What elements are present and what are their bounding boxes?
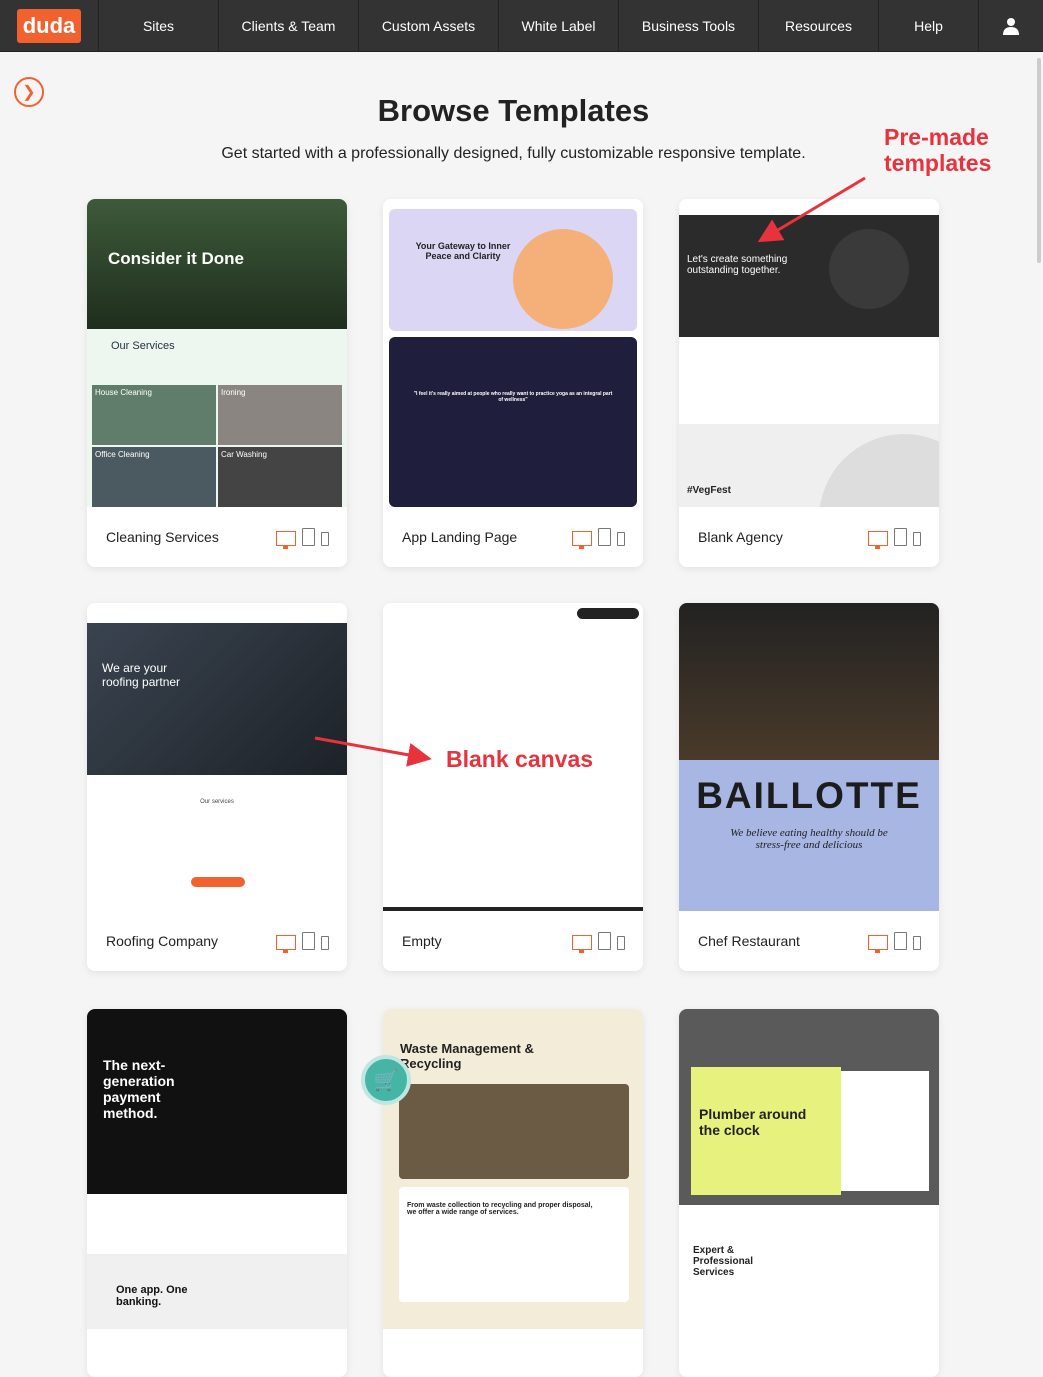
arrow-premade	[757, 176, 866, 243]
arrow-blank	[314, 736, 432, 767]
annotation-arrows	[314, 176, 866, 767]
